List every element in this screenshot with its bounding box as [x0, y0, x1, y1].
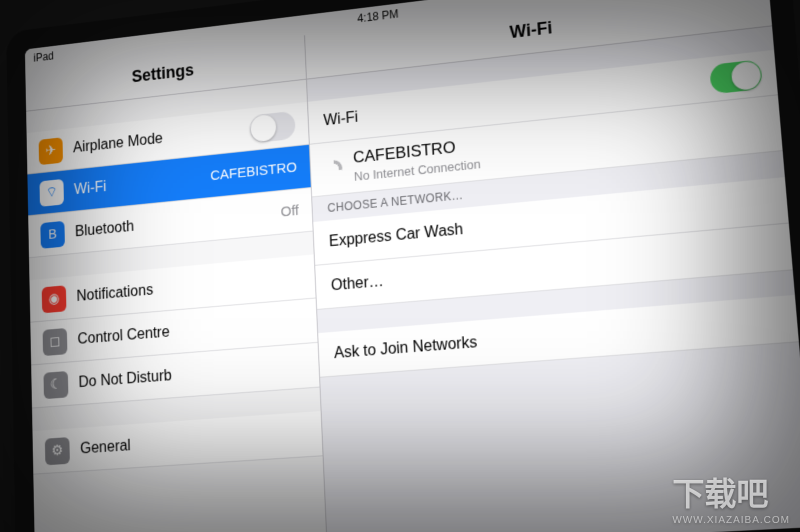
sidebar-item-value: Off [280, 203, 299, 221]
wifi-switch[interactable] [709, 59, 763, 94]
wifi-detail-pane: Wi-Fi Wi-Fi CAFEBISTRO No Internet Conne… [305, 0, 800, 532]
ipad-settings-screen: iPad 4:18 PM Settings ✈ Airplane Mode ⌔ … [25, 0, 800, 532]
sidebar-item-label: Airplane Mode [73, 121, 250, 157]
sidebar-item-value: CAFEBISTRO [210, 159, 297, 184]
sidebar-item-label: Notifications [76, 268, 302, 305]
sidebar-item-label: Bluetooth [75, 205, 274, 241]
status-time: 4:18 PM [357, 7, 399, 25]
spinner-icon [325, 159, 342, 178]
airplane-icon: ✈ [39, 137, 63, 165]
gear-icon: ⚙ [45, 437, 70, 465]
settings-sidebar: Settings ✈ Airplane Mode ⌔ Wi-Fi CAFEBIS… [25, 35, 328, 532]
sidebar-item-label: Control Centre [77, 313, 304, 349]
control-centre-icon: ◻ [43, 328, 68, 356]
sidebar-item-label: Do Not Disturb [78, 357, 305, 391]
airplane-mode-switch[interactable] [249, 110, 295, 143]
wifi-icon: ⌔ [39, 178, 64, 206]
notifications-icon: ◉ [42, 285, 67, 313]
sidebar-item-label: Wi-Fi [74, 169, 204, 199]
moon-icon: ☾ [43, 371, 68, 399]
sidebar-item-label: General [80, 425, 309, 458]
bluetooth-icon: B [40, 220, 65, 248]
